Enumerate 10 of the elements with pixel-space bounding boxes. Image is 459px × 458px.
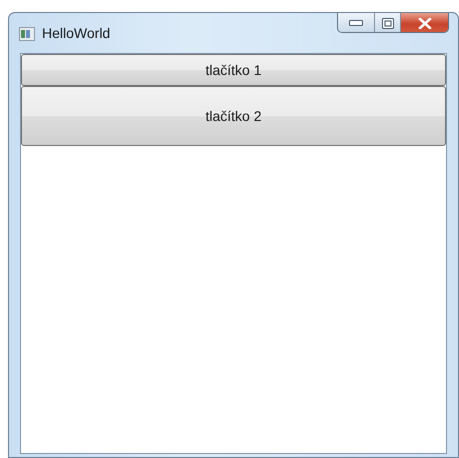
app-icon — [19, 26, 35, 40]
minimize-icon — [349, 20, 363, 26]
close-button[interactable] — [401, 13, 448, 32]
minimize-button[interactable] — [338, 13, 375, 32]
window-title: HelloWorld — [42, 24, 110, 43]
push-button[interactable]: tlačítko 1 — [21, 54, 446, 86]
maximize-button[interactable] — [375, 13, 401, 32]
maximize-icon — [382, 18, 394, 28]
push-button[interactable]: tlačítko 2 — [21, 86, 446, 146]
close-icon — [418, 18, 432, 28]
